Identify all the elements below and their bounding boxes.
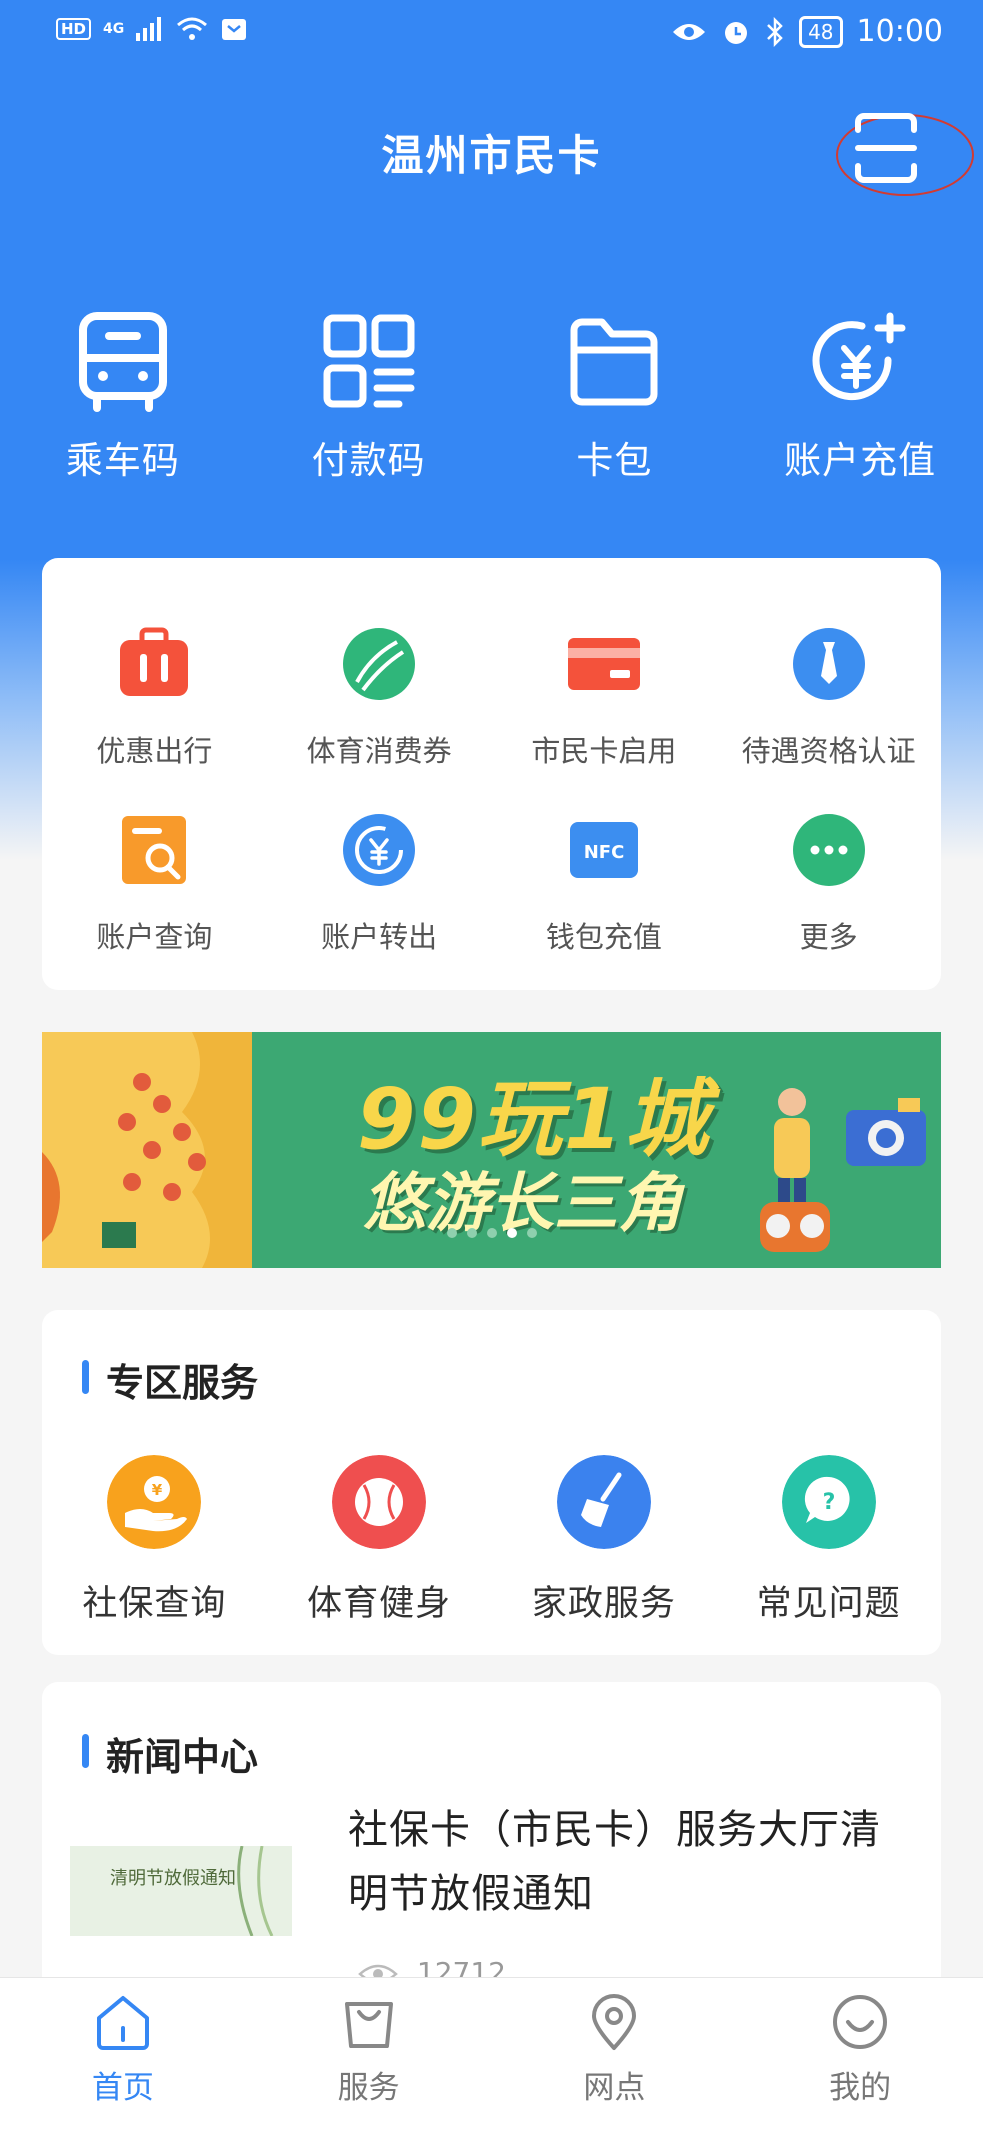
hand-coin-icon: ¥ bbox=[107, 1455, 202, 1549]
smile-face-icon bbox=[833, 1995, 888, 2049]
service-grid-card: 优惠出行 体育消费券 市民卡启用 待遇资格认证 账户查询 账户转出 NFC 钱包… bbox=[42, 558, 941, 990]
news-section-title: 新闻中心 bbox=[82, 1726, 258, 1781]
news-card: 新闻中心 清明节放假通知 社保卡（市民卡）服务大厅清明节放假通知 12712 bbox=[42, 1682, 941, 2002]
top-actions: 乘车码 付款码 卡包 账户充值 bbox=[0, 310, 983, 484]
service-account-transfer[interactable]: 账户转出 bbox=[267, 812, 492, 956]
scan-icon[interactable] bbox=[838, 110, 934, 186]
news-thumbnail: 清明节放假通知 bbox=[70, 1846, 292, 1936]
zone-item-label: 社保查询 bbox=[82, 1584, 227, 1624]
service-label: 体育消费券 bbox=[306, 734, 452, 768]
zone-faq[interactable]: ? 常见问题 bbox=[716, 1455, 941, 1626]
broom-icon bbox=[556, 1455, 651, 1549]
card-wallet-button[interactable]: 卡包 bbox=[492, 310, 738, 484]
news-headline: 社保卡（市民卡）服务大厅清明节放假通知 bbox=[348, 1807, 881, 1917]
nfc-badge: NFC bbox=[584, 842, 625, 863]
service-wallet-recharge[interactable]: NFC 钱包充值 bbox=[492, 812, 717, 956]
pay-code-label: 付款码 bbox=[311, 439, 426, 482]
tab-label: 服务 bbox=[337, 2070, 400, 2106]
service-label: 优惠出行 bbox=[96, 734, 213, 768]
card-wallet-label: 卡包 bbox=[576, 439, 653, 482]
tab-label: 我的 bbox=[829, 2070, 892, 2106]
pay-code-button[interactable]: 付款码 bbox=[246, 310, 492, 484]
zone-sports-fitness[interactable]: 体育健身 bbox=[267, 1455, 492, 1626]
pagination-dot[interactable] bbox=[467, 1228, 477, 1238]
zone-services-row: ¥ 社保查询 体育健身 家政服务 ? 常见问题 bbox=[42, 1455, 941, 1626]
zone-housekeeping[interactable]: 家政服务 bbox=[492, 1455, 717, 1626]
service-label: 更多 bbox=[799, 920, 858, 954]
signal-icon bbox=[136, 17, 162, 41]
hd-icon: HD bbox=[56, 18, 92, 40]
notification-icon bbox=[222, 19, 247, 40]
tab-outlets[interactable]: 网点 bbox=[492, 1978, 738, 2130]
tab-label: 网点 bbox=[583, 2070, 646, 2106]
eye-icon bbox=[673, 23, 706, 40]
promo-banner[interactable]: 99玩1城 悠游长三角 bbox=[42, 1032, 941, 1268]
folder-icon bbox=[570, 318, 658, 406]
tie-icon bbox=[792, 628, 865, 700]
service-label: 钱包充值 bbox=[545, 920, 662, 954]
service-account-query[interactable]: 账户查询 bbox=[42, 812, 267, 956]
service-label: 账户转出 bbox=[321, 920, 438, 954]
tab-home[interactable]: 首页 bbox=[0, 1978, 246, 2130]
suitcase-icon bbox=[120, 627, 189, 696]
nfc-icon: NFC bbox=[569, 822, 638, 878]
tennis-ball-icon bbox=[343, 628, 416, 700]
home-icon bbox=[96, 1996, 149, 2050]
service-eligibility-cert[interactable]: 待遇资格认证 bbox=[716, 626, 941, 770]
account-recharge-label: 账户充值 bbox=[784, 439, 937, 482]
qr-pay-icon bbox=[323, 314, 415, 408]
camera-illustration bbox=[846, 1098, 926, 1166]
zone-services-card: 专区服务 ¥ 社保查询 体育健身 家政服务 ? 常见问题 bbox=[42, 1310, 941, 1655]
yen-transfer-icon bbox=[343, 814, 416, 886]
zone-item-label: 常见问题 bbox=[756, 1584, 901, 1624]
banner-pagination bbox=[447, 1228, 537, 1238]
service-card-activation[interactable]: 市民卡启用 bbox=[492, 626, 717, 770]
battery-level: 48 bbox=[799, 15, 843, 48]
service-label: 待遇资格认证 bbox=[741, 734, 916, 768]
pagination-dot-active[interactable] bbox=[507, 1228, 517, 1238]
bottom-tab-bar: 首页 服务 网点 我的 bbox=[0, 1977, 983, 2130]
bus-code-button[interactable]: 乘车码 bbox=[0, 310, 246, 484]
network-label: 4G bbox=[103, 21, 125, 37]
service-label: 账户查询 bbox=[96, 920, 213, 954]
service-grid-row-2: 账户查询 账户转出 NFC 钱包充值 更多 bbox=[42, 812, 941, 956]
traveler-illustration bbox=[760, 1088, 830, 1252]
zone-section-title: 专区服务 bbox=[82, 1352, 258, 1407]
more-icon bbox=[792, 814, 865, 886]
service-sports-voucher[interactable]: 体育消费券 bbox=[267, 626, 492, 770]
clock: 10:00 bbox=[856, 14, 943, 49]
tab-profile[interactable]: 我的 bbox=[737, 1978, 983, 2130]
card-icon bbox=[567, 638, 640, 690]
zone-item-label: 体育健身 bbox=[307, 1584, 452, 1624]
svg-text:?: ? bbox=[822, 1490, 835, 1515]
tab-services[interactable]: 服务 bbox=[246, 1978, 492, 2130]
bluetooth-icon bbox=[767, 16, 783, 47]
yen-plus-icon bbox=[812, 312, 906, 401]
alarm-icon bbox=[725, 21, 748, 44]
zone-social-security-query[interactable]: ¥ 社保查询 bbox=[42, 1455, 267, 1626]
doc-search-icon bbox=[122, 816, 187, 884]
bus-code-label: 乘车码 bbox=[65, 439, 180, 482]
service-more[interactable]: 更多 bbox=[716, 812, 941, 956]
bag-icon bbox=[344, 2002, 393, 2048]
location-pin-icon bbox=[592, 1994, 637, 2050]
pagination-dot[interactable] bbox=[447, 1228, 457, 1238]
baseball-icon bbox=[332, 1455, 427, 1549]
svg-text:¥: ¥ bbox=[152, 1481, 163, 1499]
tab-label: 首页 bbox=[91, 2070, 154, 2106]
question-icon: ? bbox=[781, 1455, 876, 1549]
banner-map-illustration bbox=[42, 1032, 252, 1268]
pagination-dot[interactable] bbox=[527, 1228, 537, 1238]
bus-icon bbox=[78, 312, 167, 412]
account-recharge-button[interactable]: 账户充值 bbox=[737, 310, 983, 484]
zone-item-label: 家政服务 bbox=[531, 1584, 676, 1624]
status-bar: HD 4G 48 10:00 bbox=[0, 0, 983, 70]
service-grid-row-1: 优惠出行 体育消费券 市民卡启用 待遇资格认证 bbox=[42, 626, 941, 770]
wifi-icon bbox=[177, 17, 208, 40]
pagination-dot[interactable] bbox=[487, 1228, 497, 1238]
service-travel-discount[interactable]: 优惠出行 bbox=[42, 626, 267, 770]
service-label: 市民卡启用 bbox=[531, 734, 677, 768]
